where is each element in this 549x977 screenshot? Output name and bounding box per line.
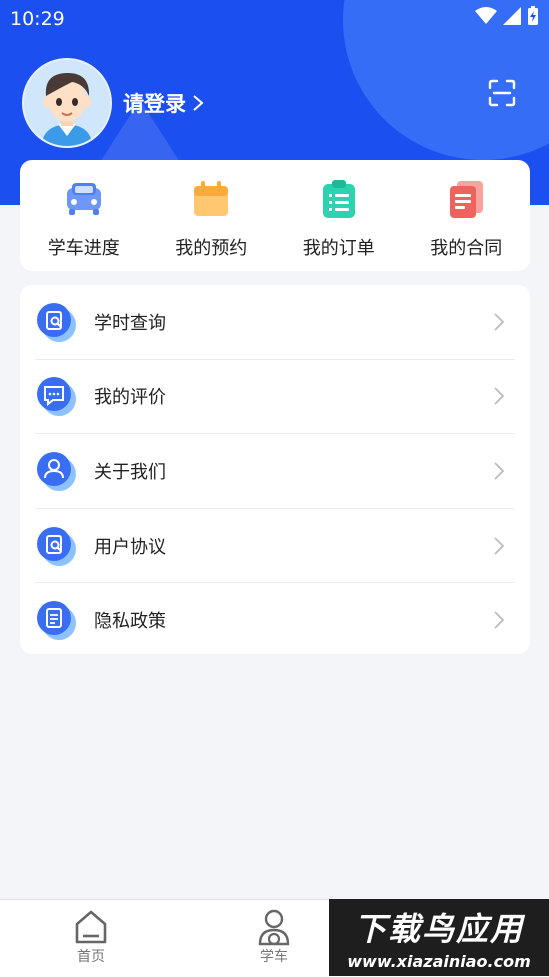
quick-label: 学车进度 — [47, 238, 120, 259]
menu-item-privacy-policy[interactable]: 隐私政策 — [35, 583, 515, 657]
nav-learn-driving[interactable]: 学车 — [234, 908, 314, 966]
signal-icon — [503, 7, 521, 25]
doc-icon — [37, 601, 76, 641]
menu-item-user-agreement[interactable]: 用户协议 — [35, 509, 515, 584]
user-icon — [37, 451, 76, 491]
quick-label: 我的合同 — [430, 238, 503, 259]
quick-my-contract[interactable]: 我的合同 — [403, 160, 531, 271]
menu-item-study-hours[interactable]: 学时查询 — [35, 285, 515, 360]
chevron-right-icon — [494, 611, 505, 629]
search-doc-icon — [37, 526, 76, 566]
chat-icon — [37, 377, 76, 417]
calendar-icon — [194, 181, 229, 216]
scan-icon[interactable] — [487, 78, 517, 108]
avatar-illustration — [24, 60, 110, 146]
wifi-icon — [475, 7, 497, 24]
watermark-url: www.xiazainiao.com — [347, 952, 531, 971]
quick-learning-progress[interactable]: 学车进度 — [20, 160, 148, 271]
watermark-overlay: 下载鸟应用 www.xiazainiao.com — [329, 899, 549, 976]
search-doc-icon — [37, 302, 76, 342]
menu-label: 隐私政策 — [94, 611, 166, 633]
nav-label: 首页 — [77, 949, 105, 965]
car-icon — [66, 183, 101, 215]
battery-icon — [528, 6, 538, 25]
quick-actions-card: 学车进度 我的预约 我的订单 我的合同 — [20, 160, 530, 271]
login-link[interactable]: 请登录 — [123, 88, 204, 118]
menu-label: 关于我们 — [94, 461, 166, 483]
status-bar: 10:29 — [0, 0, 549, 38]
quick-my-orders[interactable]: 我的订单 — [275, 160, 403, 271]
driver-icon — [258, 909, 290, 946]
clipboard-icon — [322, 180, 355, 218]
home-icon — [75, 910, 107, 944]
menu-label: 我的评价 — [94, 387, 166, 409]
document-icon — [450, 181, 484, 218]
chevron-right-icon — [494, 462, 505, 480]
menu-label: 学时查询 — [94, 312, 166, 334]
menu-card: 学时查询 我的评价 关于我们 用户协议 隐私政策 — [20, 285, 530, 654]
chevron-right-icon — [193, 95, 204, 111]
quick-label: 我的订单 — [302, 238, 375, 259]
quick-my-appointment[interactable]: 我的预约 — [148, 160, 276, 271]
watermark-title: 下载鸟应用 — [353, 910, 524, 948]
nav-home[interactable]: 首页 — [51, 908, 131, 966]
menu-item-about-us[interactable]: 关于我们 — [35, 434, 515, 509]
chevron-right-icon — [494, 387, 505, 406]
status-time: 10:29 — [10, 8, 65, 30]
avatar[interactable] — [22, 58, 112, 148]
nav-label: 学车 — [260, 949, 288, 965]
chevron-right-icon — [494, 536, 505, 555]
menu-label: 用户协议 — [94, 536, 166, 558]
chevron-right-icon — [494, 313, 505, 331]
menu-item-my-reviews[interactable]: 我的评价 — [35, 360, 515, 435]
login-label: 请登录 — [123, 92, 186, 116]
quick-label: 我的预约 — [175, 238, 248, 259]
